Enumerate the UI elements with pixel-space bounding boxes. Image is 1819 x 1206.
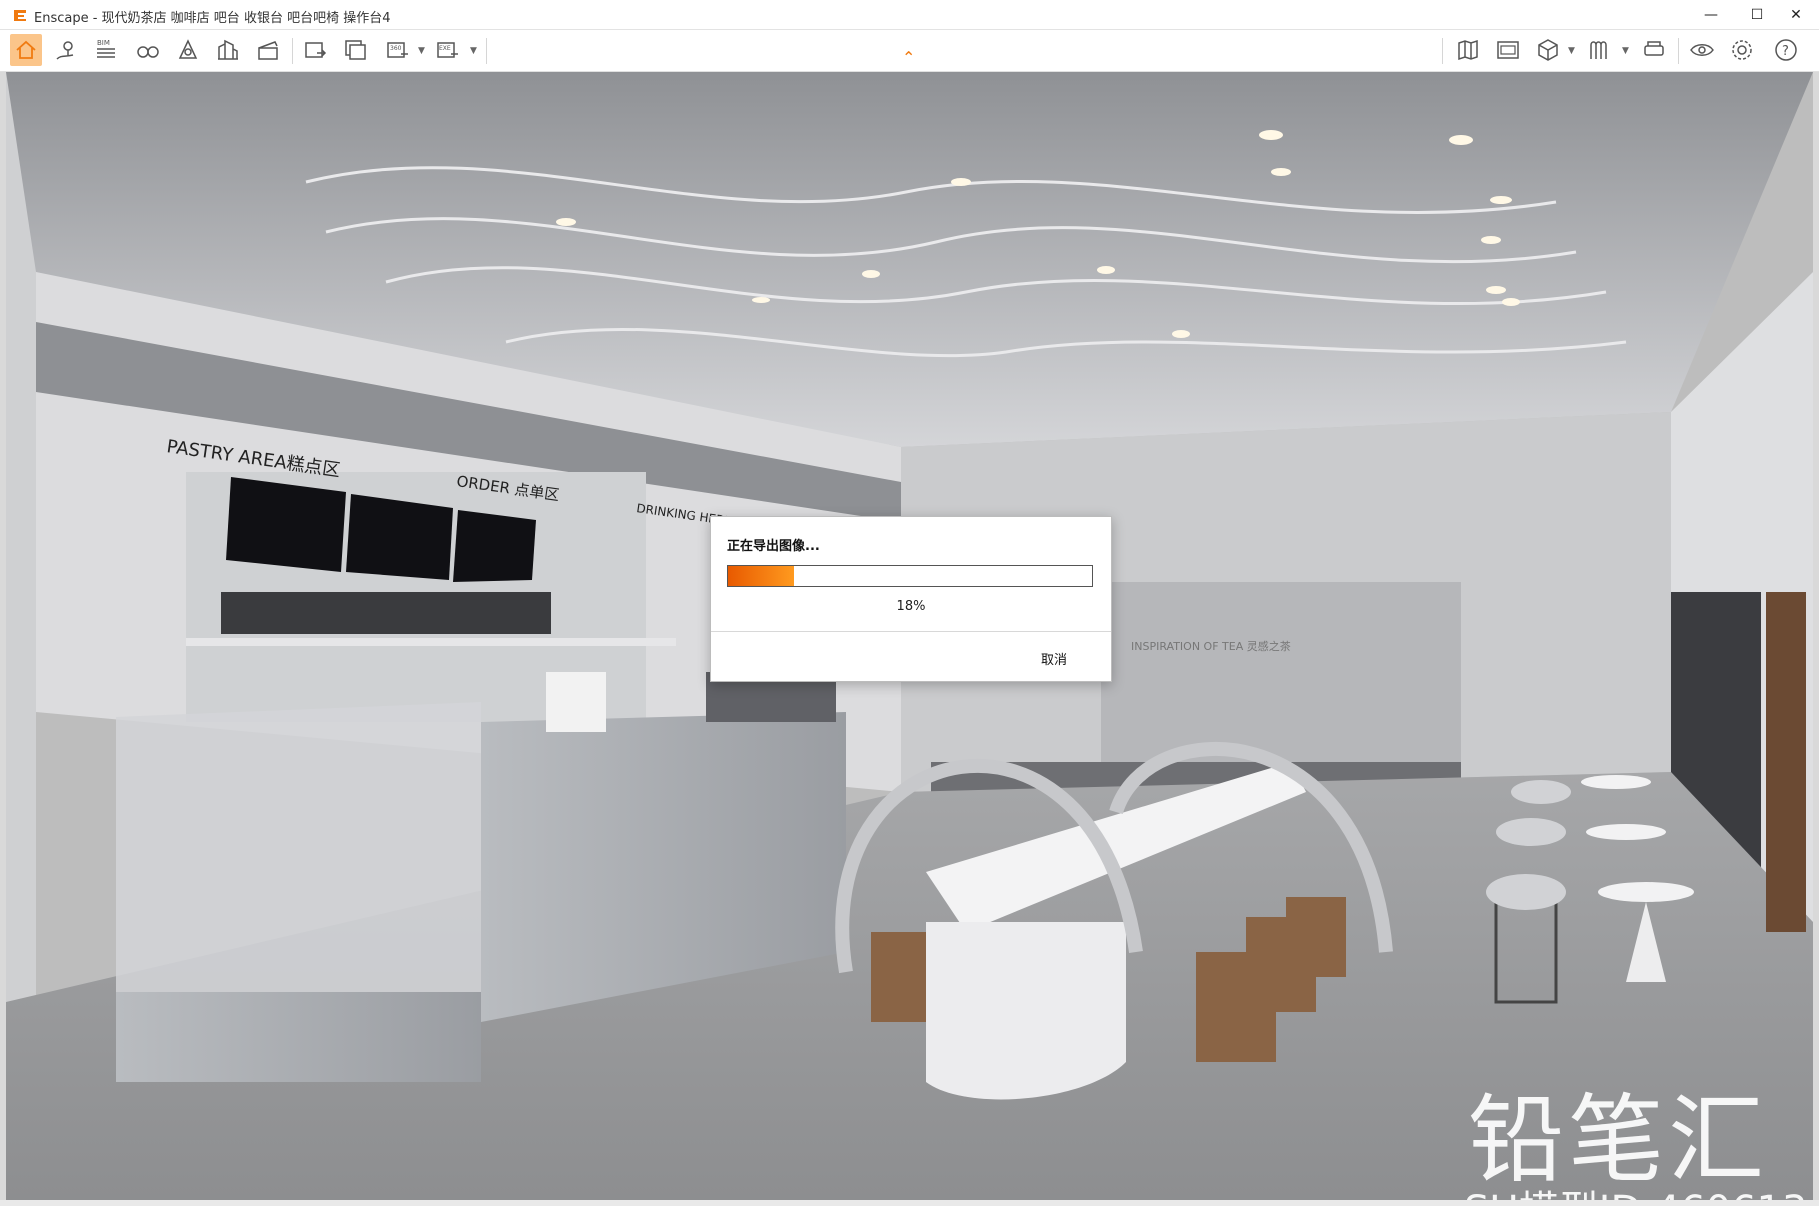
batch-render-icon[interactable] — [340, 34, 372, 66]
panorama-label: 360 — [390, 45, 402, 52]
toolbar-separator — [292, 38, 293, 64]
cube-icon[interactable] — [1532, 34, 1564, 66]
toolbar-separator — [1678, 38, 1679, 64]
dialog-divider — [711, 631, 1111, 632]
title-bar: Enscape - 现代奶茶店 咖啡店 吧台 收银台 吧台吧椅 操作台4 — ☐… — [0, 0, 1819, 30]
close-icon[interactable]: ✕ — [1773, 0, 1819, 30]
asset-library-icon[interactable] — [1452, 34, 1484, 66]
enscape-logo-icon — [14, 10, 26, 21]
watermark-model-id: SU模型ID:460613 — [1464, 1178, 1807, 1200]
cancel-button[interactable]: 取消 — [1041, 649, 1067, 668]
sun-icon[interactable] — [172, 34, 204, 66]
minimize-icon[interactable]: — — [1688, 0, 1734, 30]
dialog-title: 正在导出图像... — [727, 539, 820, 554]
tea-wall-sign: INSPIRATION OF TEA 灵感之茶 — [1131, 639, 1291, 653]
views-icon[interactable] — [1492, 34, 1524, 66]
screenshot-icon[interactable] — [300, 34, 332, 66]
visibility-eye-icon[interactable] — [1686, 34, 1718, 66]
building-icon[interactable] — [212, 34, 244, 66]
toolbar-separator — [486, 38, 487, 64]
window-title: Enscape - 现代奶茶店 咖啡店 吧台 收银台 吧台吧椅 操作台4 — [34, 11, 391, 26]
svg-text:?: ? — [1782, 44, 1789, 59]
export-exe-icon[interactable]: EXE — [432, 34, 464, 66]
panorama-dropdown-chevron-down-icon[interactable]: ▼ — [418, 46, 425, 56]
material-dropdown-chevron-down-icon[interactable]: ▼ — [1622, 46, 1629, 56]
export-progress-dialog: 正在导出图像... 18% 取消 — [710, 516, 1112, 682]
binoculars-icon[interactable] — [132, 34, 164, 66]
help-icon[interactable]: ? — [1770, 34, 1802, 66]
bim-label: BIM — [97, 39, 110, 47]
export-progress-fill — [728, 566, 794, 586]
progress-percent-label: 18% — [896, 599, 926, 614]
status-bar — [0, 1200, 1819, 1206]
export-dropdown-chevron-down-icon[interactable]: ▼ — [470, 46, 477, 56]
home-icon[interactable] — [10, 34, 42, 66]
clapboard-icon[interactable] — [252, 34, 284, 66]
export-progress-bar — [727, 565, 1093, 587]
panorama-360-icon[interactable]: 360 — [382, 34, 414, 66]
bim-icon[interactable]: BIM — [90, 34, 122, 66]
toolbar-separator — [1442, 38, 1443, 64]
material-icon[interactable] — [1584, 34, 1616, 66]
collapse-toolbar-chevron-up-icon[interactable]: ⌃ — [902, 48, 915, 67]
exe-label: EXE — [439, 45, 451, 52]
cube-dropdown-chevron-down-icon[interactable]: ▼ — [1568, 46, 1575, 56]
settings-gear-icon[interactable] — [1726, 34, 1758, 66]
location-pin-icon[interactable] — [50, 34, 82, 66]
vr-headset-icon[interactable] — [1638, 34, 1670, 66]
